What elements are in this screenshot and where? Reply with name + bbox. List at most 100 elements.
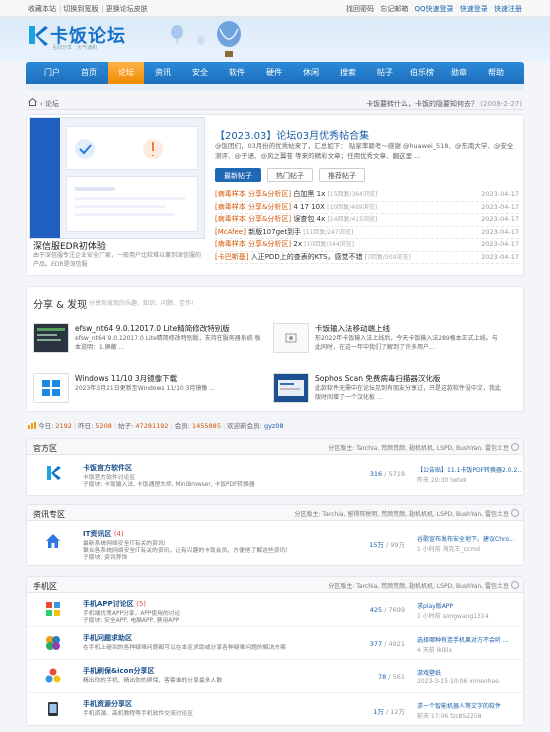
last-post-link[interactable]: 游戏壁纸 (417, 668, 522, 677)
nav-subbar (26, 84, 524, 90)
forum-row: 手机问题求助区 在手机上碰到的各种疑难问题都可以在本区求助或分享各种疑难问题的解… (27, 627, 523, 660)
last-post-link[interactable]: 求play版APP (417, 601, 522, 610)
share-item[interactable]: 卡饭输入法移动端上线 形2022年卡饭输入法上线后，今天卡饭输入法289根本正式… (273, 323, 503, 363)
collapse-icon[interactable] (511, 509, 519, 517)
announcement-text: 卡饭要转什么，卡饭的隐要知何去？ (366, 100, 479, 108)
quick-login-link[interactable]: 快速登录 (460, 5, 488, 13)
share-thumbnail (33, 323, 69, 353)
stats-today: 2192 (55, 422, 72, 430)
post-date: 2023-04-17 (481, 190, 519, 198)
post-title[interactable]: 误查包 4x (293, 215, 325, 223)
nav-item[interactable]: 帮助 (478, 62, 514, 84)
quick-register-link[interactable]: 快速注册 (494, 5, 522, 13)
post-title[interactable]: 2x (293, 240, 302, 248)
post-row[interactable]: [病毒样本 分享&分析区] 白加黑 1x [15回复/364浏览] 2023-04… (215, 189, 519, 202)
kafan-logo-icon[interactable] (45, 465, 61, 481)
share-item[interactable]: efsw_nt64 9.0.12017.0 Lite精简修改特别版 efsw_n… (33, 323, 263, 363)
nav-item[interactable]: 首页 (71, 62, 107, 84)
post-forum-tag[interactable]: [病毒样本 分享&分析区] (215, 190, 291, 198)
tab-recommended-posts[interactable]: 推荐帖子 (319, 168, 365, 182)
change-skin-link[interactable]: 更换论坛皮肤 (106, 5, 148, 13)
top-links-right: 找回密码 忘记邮箱 QQ快速登录 快速登录 快速注册 (342, 4, 522, 14)
post-row[interactable]: [卡巴斯基] 入正PDD上的查表的KTS，感觉不错 [7回复/309浏览] 202… (215, 252, 519, 264)
nav-item[interactable]: 硬件 (256, 62, 292, 84)
post-title[interactable]: 入正PDD上的查表的KTS，感觉不错 (251, 253, 363, 261)
nav-item[interactable]: 论坛 (108, 62, 144, 84)
post-title[interactable]: 新版107get到手 (248, 228, 301, 236)
breadcrumb-forum-link[interactable]: 论坛 (45, 100, 59, 108)
puzzle-icon[interactable] (45, 635, 61, 651)
post-row[interactable]: [病毒样本 分享&分析区] 2x [10回复/344浏览] 2023-04-17 (215, 239, 519, 252)
tab-hot-posts[interactable]: 热门帖子 (267, 168, 313, 182)
post-row[interactable]: [病毒样本 分享&分析区] 4 17 10X [10回复/469浏览] 2023-… (215, 202, 519, 214)
forum-posts: 7699 (388, 606, 405, 614)
recover-password-link[interactable]: 找回密码 (346, 5, 374, 13)
nav-item[interactable]: 资讯 (145, 62, 181, 84)
house-icon[interactable] (45, 533, 61, 549)
last-post-link[interactable]: 求一个智能机器人等文字的软件 (417, 701, 522, 710)
nav-item[interactable]: 休闲 (293, 62, 329, 84)
post-forum-tag[interactable]: [McAfee] (215, 228, 246, 236)
site-logo[interactable]: 卡饭论坛 互助分享 大气谦和 (26, 22, 146, 56)
post-row[interactable]: [病毒样本 分享&分析区] 误查包 4x [14回复/415浏览] 2023-04… (215, 214, 519, 227)
home-icon[interactable] (28, 98, 37, 106)
post-reply-count: [15回复/364浏览] (327, 191, 378, 198)
forgot-email-link[interactable]: 忘记邮箱 (380, 5, 408, 13)
collapse-icon[interactable] (511, 581, 519, 589)
stats-newest-label: 欢迎新会员: (227, 422, 262, 430)
section-title[interactable]: 资讯专区 (33, 509, 65, 520)
bookmark-link[interactable]: 收藏本站 (28, 5, 56, 13)
last-post-time: 4 天前 lklklx (417, 647, 453, 654)
post-reply-count: [10回复/469浏览] (327, 203, 377, 211)
section-title[interactable]: 官方区 (33, 443, 57, 454)
newest-member-link[interactable]: gyz08 (264, 422, 284, 430)
forum-stats: 今日: 2192 | 昨日: 5208 | 帖子: 47281192 | 会员: 14558… (28, 420, 284, 430)
nav-item[interactable]: 勋章 (441, 62, 477, 84)
forum-row: 卡饭官方软件区 卡饭官方软件讨论区 子版块: 卡饭输入法, 卡饭通理大师, Mi… (27, 455, 523, 495)
nav-item[interactable]: 软件 (219, 62, 255, 84)
post-row[interactable]: [McAfee] 新版107get到手 [11回复/247浏览] 2023-04-… (215, 227, 519, 239)
share-item-desc: efsw_nt64 9.0.12017.0 Lite精简修改特别版，支持在服务器… (75, 335, 261, 351)
wide-mode-link[interactable]: 切换到宽版 (63, 5, 98, 13)
forum-name-text: 手机APP讨论区 (83, 600, 134, 608)
apps-grid-icon[interactable] (45, 601, 61, 617)
forum-name-text: IT资讯区 (83, 530, 112, 538)
slide-image[interactable] (29, 117, 205, 239)
nav-item[interactable]: 帖子 (367, 62, 403, 84)
share-title: 分享 & 发现 (33, 300, 88, 311)
post-forum-tag[interactable]: [病毒样本 分享&分析区] (215, 215, 291, 223)
nav-item[interactable]: 伯乐榜 (404, 62, 440, 84)
post-title[interactable]: 4 17 10X (293, 203, 325, 211)
last-post-link[interactable]: 【公告贴】11.1卡饭PDF转换器2.0.2... (417, 465, 522, 474)
post-forum-tag[interactable]: [卡巴斯基] (215, 253, 248, 261)
last-post-link[interactable]: 谷歌宣布发布安全地下。建议Chro... (417, 534, 522, 543)
nav-item[interactable]: 门户 (34, 62, 70, 84)
tab-latest-posts[interactable]: 最新帖子 (215, 168, 261, 182)
last-post-time: 1 小时前 songwang1314 (417, 613, 489, 620)
nav-item[interactable]: 安全 (182, 62, 218, 84)
post-date: 2023-04-17 (481, 215, 519, 223)
post-forum-tag[interactable]: [病毒样本 分享&分析区] (215, 203, 291, 211)
collapse-icon[interactable] (511, 443, 519, 451)
post-forum-tag[interactable]: [病毒样本 分享&分析区] (215, 240, 291, 248)
last-post-link[interactable]: 选择哪种有连手机果对方不会听 ... (417, 635, 522, 644)
featured-description: @饭团们，03月份的优秀帖来了，汇总如下： 贴家率颖考～感谢 @huawei_5… (215, 142, 514, 160)
share-item[interactable]: Windows 11/10 3月镜像下载 2023年3月21日更新至Window… (33, 373, 263, 413)
share-item[interactable]: Sophos Scan 免费病毒扫描器汉化版 此款软件无需中在论坛见到有朋友分享… (273, 373, 503, 413)
section-title[interactable]: 手机区 (33, 581, 57, 592)
phone-icon[interactable] (45, 701, 61, 717)
featured-title[interactable]: 【2023.03】论坛03月优秀帖合集 (215, 127, 369, 142)
section-header: 资讯专区 分区版主: Tarchia, 留得阵税明, 荒颜荒颜, 翅机机机, LS… (27, 505, 523, 521)
forum-row: IT资讯区 (4) 最新系统网络安全IT有关的资讯! 聚合各系统网络安全IT有关… (27, 521, 523, 565)
slide-description: 由于深信服专注企业安全厂家，一般用户比较难以兼到深信服的产品。EDR是深信服 (33, 252, 202, 268)
top-bar: 收藏本站 | 切换到宽版 | 更换论坛皮肤 找回密码 忘记邮箱 QQ快速登录 快速登录 … (0, 0, 550, 17)
forum-today-count: (5) (136, 600, 147, 608)
theme-icon[interactable] (45, 668, 61, 684)
nav-item[interactable]: 搜索 (330, 62, 366, 84)
announcement[interactable]: 卡饭要转什么，卡饭的隐要知何去？ (2008-2-27) (366, 99, 522, 109)
forum-posts: 12万 (390, 708, 405, 716)
post-title[interactable]: 白加黑 1x (293, 190, 325, 198)
slide-card (66, 176, 198, 232)
balloon-icon (217, 21, 241, 57)
qq-login-link[interactable]: QQ快速登录 (415, 5, 454, 13)
